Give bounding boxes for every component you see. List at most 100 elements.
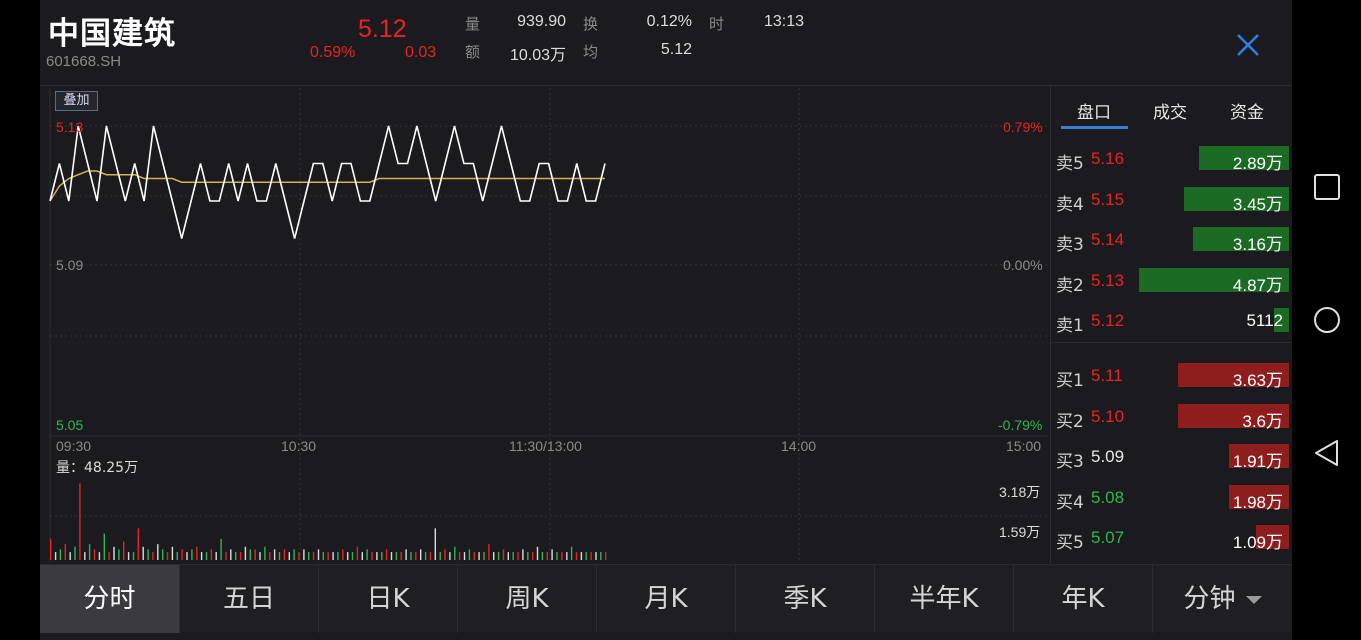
time-label-1400: 14:00: [781, 438, 817, 454]
tab-quarterly-k-label: 季K: [783, 584, 827, 614]
volume-bar: [157, 544, 159, 560]
volume-bar: [381, 552, 383, 560]
volume-axis-mid: 1.59万: [999, 524, 1041, 540]
pct-low-label: -0.79%: [998, 417, 1043, 433]
volume-bar: [332, 552, 334, 560]
buy-level-volume: 3.6万: [1242, 411, 1283, 431]
volume-bar: [570, 546, 573, 560]
avg-price-value: 5.12: [660, 41, 692, 58]
order-book-panel: 盘口 成交 资金 卖5 5.16 2.89万 卖4 5.15 3.45万 卖3 5.14 3.1…: [1050, 86, 1293, 564]
home-button[interactable]: [1312, 305, 1342, 335]
volume-bar: [264, 546, 266, 560]
stock-name: 中国建筑: [48, 16, 176, 52]
sell-level-label: 卖1: [1056, 316, 1084, 337]
recents-button[interactable]: [1312, 172, 1342, 202]
overlay-button[interactable]: 叠加: [55, 91, 98, 111]
back-button[interactable]: [1312, 438, 1342, 468]
tab-daily-k-label: 日K: [366, 584, 410, 614]
current-price: 5.12: [358, 15, 407, 43]
buy-level-1: 买1 5.11 3.63万: [1051, 361, 1293, 391]
tab-half-year-k-label: 半年K: [909, 584, 979, 614]
sell-level-volume: 4.87万: [1232, 275, 1283, 295]
price-high-label: 5.13: [56, 119, 84, 135]
tab-capital-flow[interactable]: 资金: [1212, 98, 1282, 123]
volume-bar: [50, 538, 52, 560]
volume-bar: [166, 552, 169, 560]
volume-bar: [410, 552, 412, 560]
volume-bar: [546, 552, 548, 560]
buy-level-4: 买4 5.08 1.98万: [1051, 483, 1293, 513]
volume-bar: [400, 552, 402, 560]
tab-half-year-k[interactable]: 半年K: [875, 565, 1014, 633]
volume-bar: [600, 552, 602, 560]
buy-level-label: 买5: [1056, 533, 1084, 554]
volume-bar: [74, 546, 76, 560]
tab-monthly-k[interactable]: 月K: [597, 565, 736, 633]
order-book-tabs: 盘口 成交 资金: [1051, 86, 1293, 132]
tab-yearly-k-label: 年K: [1061, 584, 1105, 614]
volume-bar: [269, 552, 271, 560]
volume-bar: [585, 552, 587, 560]
volume-bar: [64, 544, 66, 560]
volume-bar: [176, 552, 178, 560]
volume-bar: [293, 549, 295, 560]
turnover-label: 换: [583, 15, 599, 33]
tab-weekly-k[interactable]: 周K: [458, 565, 597, 633]
back-triangle-icon: [1315, 440, 1338, 466]
volume-bar: [215, 552, 217, 560]
buy-level-volume: 1.09万: [1232, 533, 1283, 553]
tab-intraday[interactable]: 分时: [40, 565, 180, 633]
tab-quarterly-k[interactable]: 季K: [736, 565, 875, 633]
volume-bar: [54, 552, 57, 560]
volume-bars: [50, 483, 607, 560]
buy-level-price: 5.10: [1091, 406, 1125, 426]
buy-level-volume: 1.98万: [1232, 492, 1283, 512]
volume-bar: [463, 552, 466, 560]
tab-order-book[interactable]: 盘口: [1059, 98, 1129, 123]
tab-trades[interactable]: 成交: [1135, 98, 1205, 123]
volume-bar: [283, 549, 286, 560]
intraday-chart[interactable]: 叠加 5.13 5.09 5.05 0.79% 0.00% -0.79% 09:…: [40, 86, 1050, 564]
volume-bar: [298, 552, 300, 560]
price-mid-label: 5.09: [56, 257, 84, 273]
volume-bar: [69, 552, 71, 560]
change-amount: 0.03: [405, 44, 437, 61]
volume-bar: [566, 552, 568, 560]
price-line: [49, 125, 606, 239]
volume-bar: [254, 549, 256, 560]
sell-level-volume: 3.16万: [1232, 235, 1283, 255]
volume-bar: [507, 552, 509, 560]
sell-level-price: 5.15: [1091, 189, 1125, 209]
buy-level-3: 买3 5.09 1.91万: [1051, 442, 1293, 472]
order-book-divider: [1051, 342, 1293, 343]
close-icon: [1237, 34, 1259, 56]
volume-bar: [98, 552, 101, 560]
volume-bar: [444, 549, 446, 560]
volume-bar: [605, 552, 607, 560]
volume-bar: [527, 552, 529, 560]
volume-bar: [210, 549, 213, 560]
price-low-label: 5.05: [56, 417, 84, 433]
volume-bar: [532, 552, 534, 560]
tab-yearly-k[interactable]: 年K: [1014, 565, 1153, 633]
volume-bar: [84, 552, 86, 560]
volume-bar: [181, 549, 183, 560]
tab-minute-dropdown[interactable]: 分钟: [1153, 565, 1292, 633]
sell-level-4: 卖4 5.15 3.45万: [1051, 185, 1293, 215]
volume-bar: [449, 552, 451, 560]
volume-bar: [361, 552, 363, 560]
volume-bar: [415, 552, 417, 560]
volume-value: 939.90: [517, 13, 566, 30]
buy-level-2: 买2 5.10 3.6万: [1051, 402, 1293, 432]
volume-bar: [434, 528, 436, 560]
volume-bar: [249, 549, 251, 560]
buy-level-label: 买1: [1056, 371, 1084, 391]
sell-level-price: 5.14: [1091, 230, 1125, 250]
tab-five-day[interactable]: 五日: [180, 565, 319, 633]
tab-daily-k[interactable]: 日K: [319, 565, 458, 633]
volume-bar: [390, 552, 393, 560]
tab-intraday-label: 分时: [83, 584, 136, 614]
volume-bar: [147, 549, 149, 560]
close-button[interactable]: [1233, 30, 1263, 60]
volume-bar: [327, 552, 329, 560]
